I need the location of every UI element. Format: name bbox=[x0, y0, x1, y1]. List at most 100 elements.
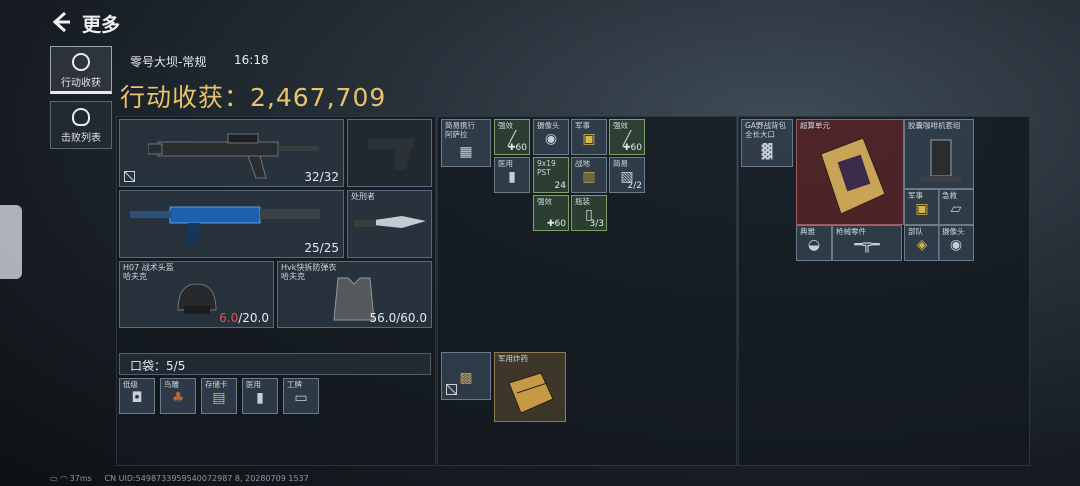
melee-name: 处刑者 bbox=[351, 192, 375, 201]
tab-kill-list-label: 击败列表 bbox=[61, 133, 101, 144]
item-label: 强效 bbox=[613, 121, 628, 130]
supercomputer-unit-icon bbox=[820, 137, 886, 215]
tab-kill-list[interactable]: 击败列表 bbox=[50, 101, 112, 149]
backpack-item[interactable]: 军用炸药 bbox=[494, 352, 566, 422]
bottle-icon: ▮ bbox=[508, 168, 516, 185]
item-label: 超算单元 bbox=[800, 121, 830, 130]
helmet-durability-max: /20.0 bbox=[238, 311, 269, 325]
pocket-label: 口袋： bbox=[130, 359, 167, 373]
melee-slot[interactable]: 处刑者 bbox=[347, 190, 432, 258]
primary-ammo: 32/32 bbox=[304, 170, 339, 184]
rifle-black-icon bbox=[148, 133, 318, 179]
vest-item[interactable]: 9x19 PST 24 bbox=[533, 157, 569, 193]
ping-value: 37ms bbox=[69, 474, 92, 483]
knife-icon bbox=[354, 216, 426, 228]
lock-icon bbox=[124, 171, 135, 182]
case-item[interactable]: 胶囊咖啡机套组 bbox=[904, 119, 974, 189]
item-label: 低级 bbox=[123, 380, 138, 389]
item-label: 存储卡 bbox=[205, 380, 228, 389]
item-label: 军用炸药 bbox=[498, 354, 528, 363]
page-title: 更多 bbox=[82, 14, 121, 36]
pocket-item[interactable]: 医用 ▮ bbox=[242, 378, 278, 414]
side-drawer-handle[interactable] bbox=[0, 205, 22, 279]
item-count: 24 bbox=[554, 181, 566, 191]
bottle-icon: ▮ bbox=[256, 389, 264, 406]
pocket-item[interactable]: 存储卡 ▤ bbox=[201, 378, 237, 414]
map-name: 零号大坝-常规 bbox=[130, 55, 207, 69]
pocket-item[interactable]: 低级 ◘ bbox=[119, 378, 155, 414]
case-item[interactable]: 军事 ▣ bbox=[904, 189, 940, 225]
cup-icon: ◘ bbox=[131, 389, 143, 406]
item-label: 军事 bbox=[908, 191, 923, 200]
camera-icon: ◉ bbox=[544, 130, 558, 147]
case-item[interactable]: 枪械零件 ━╦━ bbox=[832, 225, 902, 261]
helmet-label: H07 战术头盔 哈夫克 bbox=[123, 263, 174, 281]
case-item-large[interactable]: 超算单元 bbox=[796, 119, 904, 225]
armor-slot[interactable]: Hvk快拆防弹衣 哈夫克 56.0/60.0 bbox=[277, 261, 432, 328]
item-label: 军事 bbox=[575, 121, 590, 130]
armor-durability: 56.0/60.0 bbox=[369, 311, 427, 325]
item-label: 医用 bbox=[498, 159, 513, 168]
vest-item[interactable]: 摄像头 ◉ bbox=[533, 119, 569, 155]
camera-icon: ◉ bbox=[949, 236, 963, 253]
primary-weapon-slot[interactable]: 32/32 bbox=[119, 119, 344, 187]
case-item[interactable]: 部队 ◈ bbox=[904, 225, 940, 261]
skull-icon bbox=[72, 108, 90, 126]
item-label: 摄像头 bbox=[942, 227, 965, 236]
badge-icon: ▭ bbox=[294, 389, 308, 406]
pocket-count: 5/5 bbox=[166, 359, 186, 373]
item-label: 部队 bbox=[908, 227, 923, 236]
item-count: ✚60 bbox=[623, 143, 642, 153]
item-label: 急救 bbox=[942, 191, 957, 200]
vest-item[interactable]: 简易 ▧ 2/2 bbox=[609, 157, 645, 193]
item-label: 工牌 bbox=[287, 380, 302, 389]
vest-item[interactable]: 强效 ╱ ✚60 bbox=[494, 119, 530, 155]
tab-haul[interactable]: 行动收获 bbox=[50, 46, 112, 94]
item-label: 胶囊咖啡机套组 bbox=[908, 121, 961, 130]
tab-haul-label: 行动收获 bbox=[61, 78, 101, 89]
medkit-icon: ▱ bbox=[950, 200, 962, 217]
backpack-icon: ▓ bbox=[761, 144, 773, 161]
helmet-durability-current: 6.0 bbox=[219, 311, 239, 325]
item-label: 枪械零件 bbox=[836, 227, 866, 236]
item-label: 9x19 PST bbox=[537, 159, 556, 177]
backpack-slot[interactable]: ▩ bbox=[441, 352, 491, 400]
chest-rig-icon: ▦ bbox=[459, 144, 473, 161]
back-arrow-icon[interactable] bbox=[50, 10, 76, 34]
lock-icon bbox=[446, 384, 457, 395]
armor-brand: 哈夫克 bbox=[281, 272, 305, 281]
case-item[interactable]: 摄像头 ◉ bbox=[938, 225, 974, 261]
item-count: ✚60 bbox=[508, 143, 527, 153]
coffee-machine-icon bbox=[921, 139, 961, 182]
vest-item[interactable]: 医用 ▮ bbox=[494, 157, 530, 193]
helmet-icon bbox=[177, 283, 217, 314]
vest-item[interactable]: 强效 ✚60 bbox=[533, 195, 569, 231]
secondary-ammo: 25/25 bbox=[304, 241, 339, 255]
case-item[interactable]: 急救 ▱ bbox=[938, 189, 974, 225]
explosive-crate-icon bbox=[508, 372, 554, 414]
item-label: 战地 bbox=[575, 159, 590, 168]
vest-item[interactable]: 战地 ▥ bbox=[571, 157, 607, 193]
item-label: 摄像头 bbox=[537, 121, 560, 130]
battery-icon: ▭ bbox=[50, 474, 58, 483]
item-count-value: 60 bbox=[554, 219, 566, 229]
vest-item[interactable]: 军事 ▣ bbox=[571, 119, 607, 155]
smg-blue-icon bbox=[130, 206, 320, 243]
item-count-value: 60 bbox=[515, 143, 527, 153]
helmet-durability: 6.0/20.0 bbox=[219, 311, 269, 325]
match-time: 16:18 bbox=[234, 53, 269, 67]
pocket-item[interactable]: 工牌 ▭ bbox=[283, 378, 319, 414]
secondary-weapon-slot[interactable]: 25/25 bbox=[119, 190, 344, 258]
item-label: 简易 bbox=[613, 159, 628, 168]
item-label: 典雅 bbox=[800, 227, 815, 236]
vest-item[interactable]: 强效 ╱ ✚60 bbox=[609, 119, 645, 155]
case-item[interactable]: 典雅 ◒ bbox=[796, 225, 832, 261]
pocket-item[interactable]: 鸟雕 ♣ bbox=[160, 378, 196, 414]
case-slot[interactable]: GA野战背包 全长大口 ▓ bbox=[741, 119, 793, 167]
pistol-slot[interactable] bbox=[347, 119, 432, 187]
vest-item[interactable]: 瓶装 ▯ 3/3 bbox=[571, 195, 607, 231]
target-icon bbox=[72, 53, 90, 71]
vest-slot[interactable]: 简易携行 阿萨拉 ▦ bbox=[441, 119, 491, 167]
gun-parts-icon: ━╦━ bbox=[854, 236, 880, 253]
helmet-slot[interactable]: H07 战术头盔 哈夫克 6.0/20.0 bbox=[119, 261, 274, 328]
